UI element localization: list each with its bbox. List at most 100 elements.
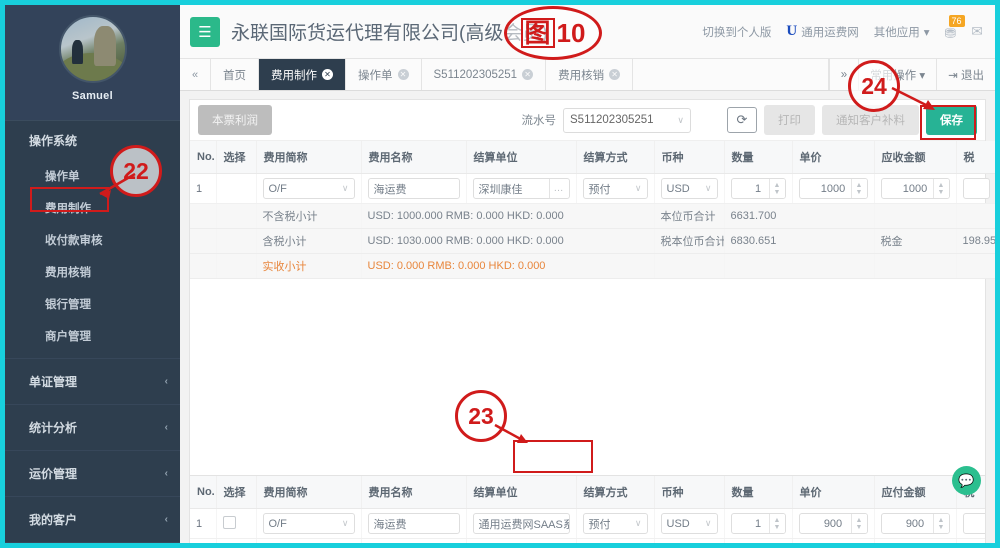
col-amount: 应收金额 <box>874 141 956 174</box>
other-apps-label: 其他应用 <box>874 24 920 40</box>
spinner-icon[interactable]: ▲▼ <box>769 178 785 199</box>
unit-price-value: 900 <box>824 518 842 530</box>
sidebar-label: 单证管理 <box>29 373 77 390</box>
spinner-icon[interactable]: ▲▼ <box>933 513 949 534</box>
ticket-profit-button[interactable]: 本票利润 <box>198 105 272 135</box>
mail-icon[interactable]: ✉ <box>971 23 983 40</box>
col-select: 选择 <box>216 476 256 509</box>
sidebar-item-document-management[interactable]: 单证管理 ‹ <box>5 358 180 404</box>
serial-number-value: S511202305251 <box>570 114 654 126</box>
col-settle-unit: 结算单位 <box>466 141 576 174</box>
sidebar-item-statistics[interactable]: 统计分析 ‹ <box>5 404 180 450</box>
close-icon[interactable]: ✕ <box>398 69 409 80</box>
sidebar-item-payment-audit[interactable]: 收付款审核 <box>5 224 180 256</box>
cell-tax[interactable] <box>956 509 986 539</box>
close-icon[interactable]: ✕ <box>609 69 620 80</box>
cell-quantity[interactable]: 1 ▲▼ <box>724 509 792 539</box>
u-logo-icon: U <box>786 23 797 40</box>
col-no: No. <box>190 476 216 509</box>
cell-select[interactable] <box>216 174 256 204</box>
cell-unit-price[interactable]: 1000▲▼ <box>792 174 874 204</box>
col-fee-code: 费用简称 <box>256 476 361 509</box>
table-row[interactable]: 1 O/F∨ 海运费 深圳康佳 … <box>190 174 995 204</box>
summary-row-excl-tax: 不含税小计 USD: 1000.000 RMB: 0.000 HKD: 0.00… <box>190 204 995 229</box>
col-select: 选择 <box>216 141 256 174</box>
logout-button[interactable]: ⇥ 退出 <box>936 59 995 90</box>
cart-button[interactable]: 76 ⛃ <box>945 21 957 42</box>
quantity-value: 1 <box>755 518 761 530</box>
header-actions: 切换到个人版 U 通用运费网 其他应用 ▾ 76 ⛃ ✉ <box>702 21 983 42</box>
summary-amounts: USD: 1000.000 RMB: 0.000 HKD: 0.000 <box>361 204 654 229</box>
tab-operation-order[interactable]: 操作单 ✕ <box>346 59 422 90</box>
freight-site-link[interactable]: U 通用运费网 <box>786 23 858 40</box>
fee-code-value: O/F <box>269 518 287 530</box>
col-quantity: 数量 <box>724 141 792 174</box>
sidebar-item-my-account[interactable]: 我的账号 ‹ <box>5 542 180 543</box>
chevron-down-icon: ∨ <box>342 518 349 529</box>
table-row[interactable] <box>190 539 986 544</box>
sidebar-item-bank-management[interactable]: 银行管理 <box>5 288 180 320</box>
summary-amounts: USD: 0.000 RMB: 0.000 HKD: 0.000 <box>361 254 654 279</box>
cell-tax[interactable] <box>956 174 995 204</box>
spinner-icon[interactable]: ▲▼ <box>933 178 949 199</box>
spinner-icon[interactable]: ▲▼ <box>851 513 867 534</box>
settle-unit-value: 深圳康佳 <box>479 181 523 197</box>
tabs-scroll-left-icon[interactable]: « <box>180 59 211 90</box>
cell-fee-name[interactable]: 海运费 <box>361 174 466 204</box>
cell-settle-unit[interactable]: 通用运费网SAAS系统… <box>466 509 576 539</box>
cell-fee-code[interactable]: O/F ∨ <box>256 509 361 539</box>
row-checkbox[interactable] <box>223 516 236 529</box>
tab-fee-creation[interactable]: 费用制作 ✕ <box>259 59 346 90</box>
tab-home[interactable]: 首页 <box>211 59 259 90</box>
cell-select[interactable] <box>216 509 256 539</box>
col-fee-code: 费用简称 <box>256 141 361 174</box>
tab-serial-number[interactable]: S511202305251 ✕ <box>422 59 547 90</box>
close-icon[interactable]: ✕ <box>522 69 533 80</box>
print-button[interactable]: 打印 <box>764 105 815 135</box>
col-settle-method: 结算方式 <box>576 476 654 509</box>
cell-settle-unit[interactable]: 深圳康佳 … <box>466 174 576 204</box>
chevron-left-icon: ‹ <box>165 468 168 479</box>
cell-amount[interactable]: 900 ▲▼ <box>874 509 956 539</box>
quantity-value: 1 <box>755 183 761 195</box>
cell-select[interactable] <box>216 539 256 544</box>
username-label: Samuel <box>5 90 180 102</box>
serial-number-select[interactable]: S511202305251 ∨ <box>563 108 691 133</box>
refresh-button[interactable]: ⟳ <box>727 107 757 133</box>
summary-row-actual: 实收小计 USD: 0.000 RMB: 0.000 HKD: 0.000 <box>190 254 995 279</box>
tab-label: 费用制作 <box>271 67 317 83</box>
tab-fee-writeoff[interactable]: 费用核销 ✕ <box>546 59 633 90</box>
sidebar-item-merchant-management[interactable]: 商户管理 <box>5 320 180 352</box>
annotation-arrow-23 <box>490 420 540 450</box>
summary-label: 不含税小计 <box>256 204 361 229</box>
payable-table: No. 选择 费用简称 费用名称 结算单位 结算方式 币种 数量 单价 应付金额… <box>190 476 986 543</box>
cell-unit-price[interactable]: 900 ▲▼ <box>792 509 874 539</box>
sidebar-item-my-customers[interactable]: 我的客户 ‹ <box>5 496 180 542</box>
annotation-figure-label: 图 <box>521 18 555 48</box>
sidebar-item-freight-rate[interactable]: 运价管理 ‹ <box>5 450 180 496</box>
cell-currency[interactable]: USD∨ <box>654 509 724 539</box>
col-settle-unit: 结算单位 <box>466 476 576 509</box>
cell-quantity[interactable]: 1 ▲▼ <box>724 174 792 204</box>
spinner-icon[interactable]: ▲▼ <box>851 178 867 199</box>
cell-fee-name[interactable]: 海运费 <box>361 509 466 539</box>
col-currency: 币种 <box>654 476 724 509</box>
close-icon[interactable]: ✕ <box>322 69 333 80</box>
switch-to-personal-link[interactable]: 切换到个人版 <box>702 24 771 40</box>
chevron-down-icon: ∨ <box>705 183 712 194</box>
cell-currency[interactable]: USD∨ <box>654 174 724 204</box>
amount-value: 900 <box>906 518 924 530</box>
sidebar-item-fee-writeoff[interactable]: 费用核销 <box>5 256 180 288</box>
chat-button[interactable]: 💬 <box>952 466 981 495</box>
spinner-icon[interactable]: ▲▼ <box>769 513 785 534</box>
app-window: Samuel 操作系统 操作单 费用制作 收付款审核 费用核销 银行管理 商户管… <box>0 0 1000 548</box>
cell-settle-method[interactable]: 预付∨ <box>576 174 654 204</box>
cell-settle-method[interactable]: 预付∨ <box>576 509 654 539</box>
cell-fee-code[interactable]: O/F∨ <box>256 174 361 204</box>
table-row[interactable]: 1 O/F ∨ 海运费 通用运费网SAAS系统… 预付∨ <box>190 509 986 539</box>
other-apps-menu[interactable]: 其他应用 ▾ <box>874 24 930 40</box>
more-icon[interactable]: … <box>549 179 564 198</box>
menu-toggle-icon[interactable]: ☰ <box>190 17 220 47</box>
cart-icon: ⛃ <box>945 25 957 41</box>
cell-amount[interactable]: 1000▲▼ <box>874 174 956 204</box>
